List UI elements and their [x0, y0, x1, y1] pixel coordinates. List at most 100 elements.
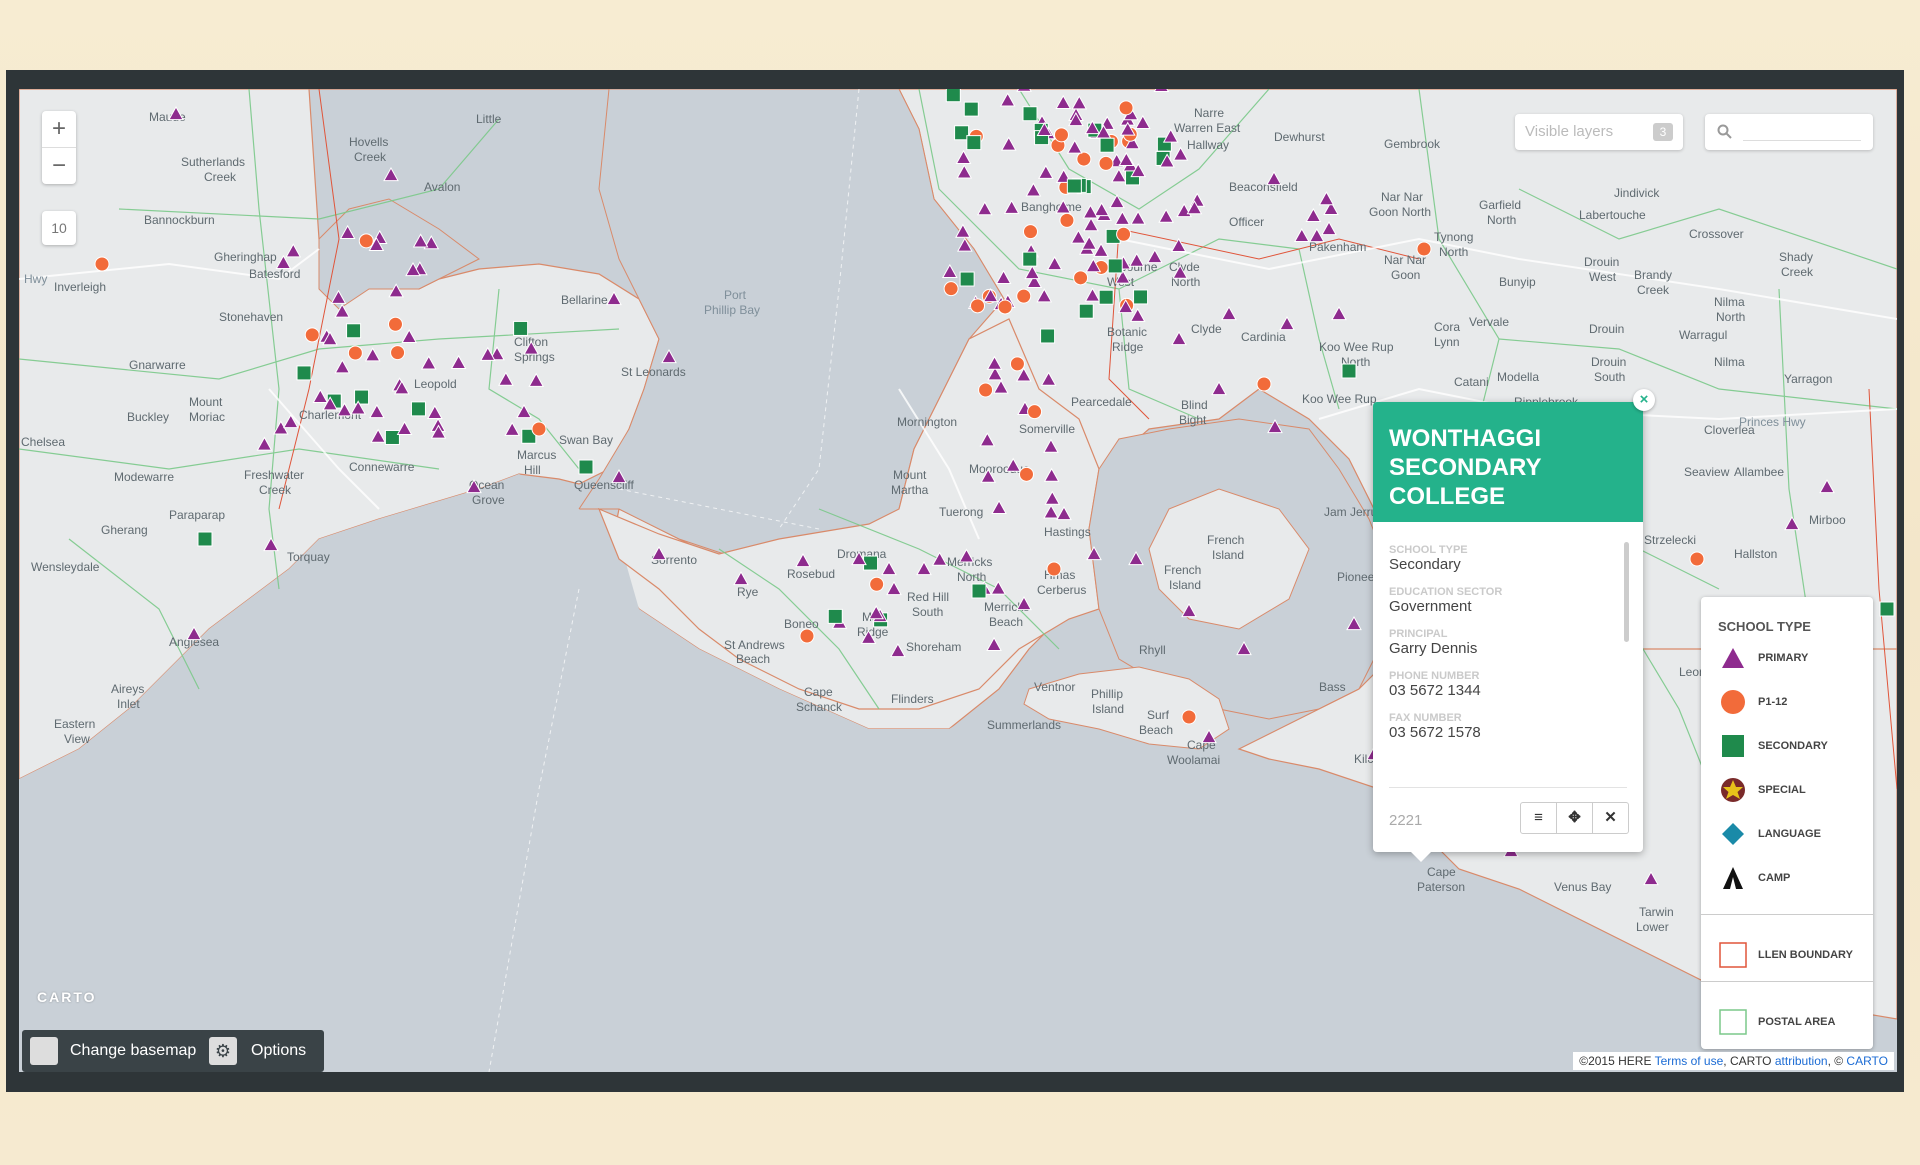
p12-school-marker[interactable] — [304, 327, 320, 343]
map-canvas[interactable]: Maude Sutherlands Creek Hovells Creek Avalon L… — [19, 89, 1897, 1072]
p12-school-marker[interactable] — [1256, 376, 1272, 392]
search-input[interactable] — [1743, 140, 1861, 141]
p12-school-marker[interactable] — [347, 345, 363, 361]
place-label: Dewhurst — [1274, 130, 1325, 144]
secondary-school-marker[interactable] — [959, 271, 975, 287]
p12-school-marker[interactable] — [1053, 127, 1069, 143]
place-label: Hallway — [1187, 138, 1229, 152]
secondary-school-marker[interactable] — [384, 429, 400, 445]
p12-school-marker[interactable] — [869, 576, 885, 592]
place-label: Cape — [1427, 865, 1456, 879]
p12-school-marker[interactable] — [390, 345, 406, 361]
field-label: Education Sector — [1389, 586, 1503, 598]
legend-item-secondary: SECONDARY — [1718, 733, 1828, 759]
secondary-school-marker[interactable] — [1098, 289, 1114, 305]
secondary-school-marker[interactable] — [197, 531, 213, 547]
place-label: Inverleigh — [54, 280, 106, 294]
p12-school-marker[interactable] — [1022, 224, 1038, 240]
secondary-school-marker[interactable] — [1022, 106, 1038, 122]
change-basemap-button[interactable]: Change basemap — [22, 1030, 211, 1072]
zoom-in-button[interactable]: + — [42, 111, 76, 147]
zoom-control: + − — [42, 111, 76, 184]
terms-of-use-link[interactable]: Terms of use — [1655, 1054, 1724, 1068]
secondary-school-marker[interactable] — [1022, 251, 1038, 267]
secondary-school-marker[interactable] — [1066, 178, 1082, 194]
place-label: Schanck — [796, 700, 843, 714]
carto-link[interactable]: CARTO — [1846, 1054, 1888, 1068]
p12-school-marker[interactable] — [1116, 226, 1132, 242]
p12-school-marker[interactable] — [1181, 709, 1197, 725]
place-label: Chelsea — [21, 435, 65, 449]
secondary-school-marker[interactable] — [966, 135, 982, 151]
popup-actions: ≡ ✥ ✕ — [1520, 802, 1629, 834]
legend-panel: SCHOOL TYPE PRIMARY P1-12 SECONDARY SPECIAL… — [1701, 597, 1873, 1049]
place-label: Hill — [524, 463, 541, 477]
p12-school-marker[interactable] — [970, 298, 986, 314]
p12-school-marker[interactable] — [978, 382, 994, 398]
zoom-out-button[interactable]: − — [42, 147, 76, 184]
p12-school-marker[interactable] — [1027, 404, 1043, 420]
secondary-school-marker[interactable] — [513, 320, 529, 336]
secondary-school-marker[interactable] — [354, 389, 370, 405]
p12-school-marker[interactable] — [358, 233, 374, 249]
legend-title: SCHOOL TYPE — [1718, 619, 1811, 634]
p12-school-marker[interactable] — [1416, 241, 1432, 257]
place-label: Venus Bay — [1554, 880, 1611, 894]
secondary-school-marker[interactable] — [1341, 363, 1357, 379]
secondary-school-marker[interactable] — [1040, 328, 1056, 344]
p12-school-marker[interactable] — [943, 281, 959, 297]
p12-school-marker[interactable] — [1016, 288, 1032, 304]
p12-school-marker[interactable] — [1076, 151, 1092, 167]
popup-title-line: SECONDARY — [1389, 454, 1542, 481]
field-value: Government — [1389, 598, 1472, 615]
carto-attribution-link[interactable]: attribution — [1775, 1054, 1828, 1068]
secondary-school-marker[interactable] — [1099, 137, 1115, 153]
place-label: Woolamai — [1167, 753, 1220, 767]
place-label: Gnarwarre — [129, 358, 186, 372]
p12-school-marker[interactable] — [1689, 551, 1705, 567]
primary-school-marker[interactable] — [1016, 89, 1032, 92]
place-label: Beaconsfield — [1229, 180, 1298, 194]
p12-school-marker[interactable] — [1098, 155, 1114, 171]
place-label: Allambee — [1734, 465, 1784, 479]
secondary-school-marker[interactable] — [1107, 258, 1123, 274]
place-label: St Andrews — [724, 638, 785, 652]
close-icon[interactable]: ✕ — [1592, 803, 1628, 833]
p12-school-marker[interactable] — [997, 299, 1013, 315]
secondary-school-marker[interactable] — [827, 608, 843, 624]
p12-school-marker[interactable] — [1009, 356, 1025, 372]
visible-layers-dropdown[interactable]: Visible layers 3 — [1515, 114, 1683, 150]
secondary-school-marker[interactable] — [410, 401, 426, 417]
p12-school-marker[interactable] — [387, 316, 403, 332]
p12-school-marker[interactable] — [1059, 212, 1075, 228]
popup-close-button[interactable]: × — [1633, 389, 1655, 411]
secondary-school-marker[interactable] — [578, 459, 594, 475]
secondary-school-marker[interactable] — [1133, 289, 1149, 305]
options-button[interactable]: ⚙ Options — [201, 1030, 325, 1072]
place-label: Seaview — [1684, 465, 1730, 479]
popup-scrollbar[interactable] — [1624, 542, 1629, 642]
p12-school-marker[interactable] — [799, 628, 815, 644]
p12-school-marker[interactable] — [1018, 466, 1034, 482]
secondary-school-marker[interactable] — [971, 583, 987, 599]
field-fax-number: Fax Number 03 5672 1578 — [1389, 712, 1627, 742]
p12-school-marker[interactable] — [531, 421, 547, 437]
list-icon[interactable]: ≡ — [1521, 803, 1556, 833]
secondary-school-marker[interactable] — [346, 323, 362, 339]
primary-school-marker[interactable] — [1153, 89, 1170, 93]
secondary-school-marker[interactable] — [963, 101, 979, 117]
place-label: Island — [1169, 578, 1201, 592]
secondary-school-marker[interactable] — [1078, 303, 1094, 319]
center-icon[interactable]: ✥ — [1556, 803, 1592, 833]
secondary-school-marker[interactable] — [1879, 601, 1895, 617]
p12-school-marker[interactable] — [94, 256, 110, 272]
place-label: Koo Wee Rup — [1302, 392, 1377, 406]
place-label: Moriac — [189, 410, 225, 424]
field-value: Secondary — [1389, 556, 1461, 573]
secondary-school-marker[interactable] — [296, 365, 312, 381]
p12-school-marker[interactable] — [1073, 270, 1089, 286]
secondary-school-marker[interactable] — [945, 89, 961, 103]
search-box[interactable] — [1705, 114, 1873, 150]
p12-school-marker[interactable] — [1046, 561, 1062, 577]
p12-school-marker[interactable] — [1118, 100, 1134, 116]
